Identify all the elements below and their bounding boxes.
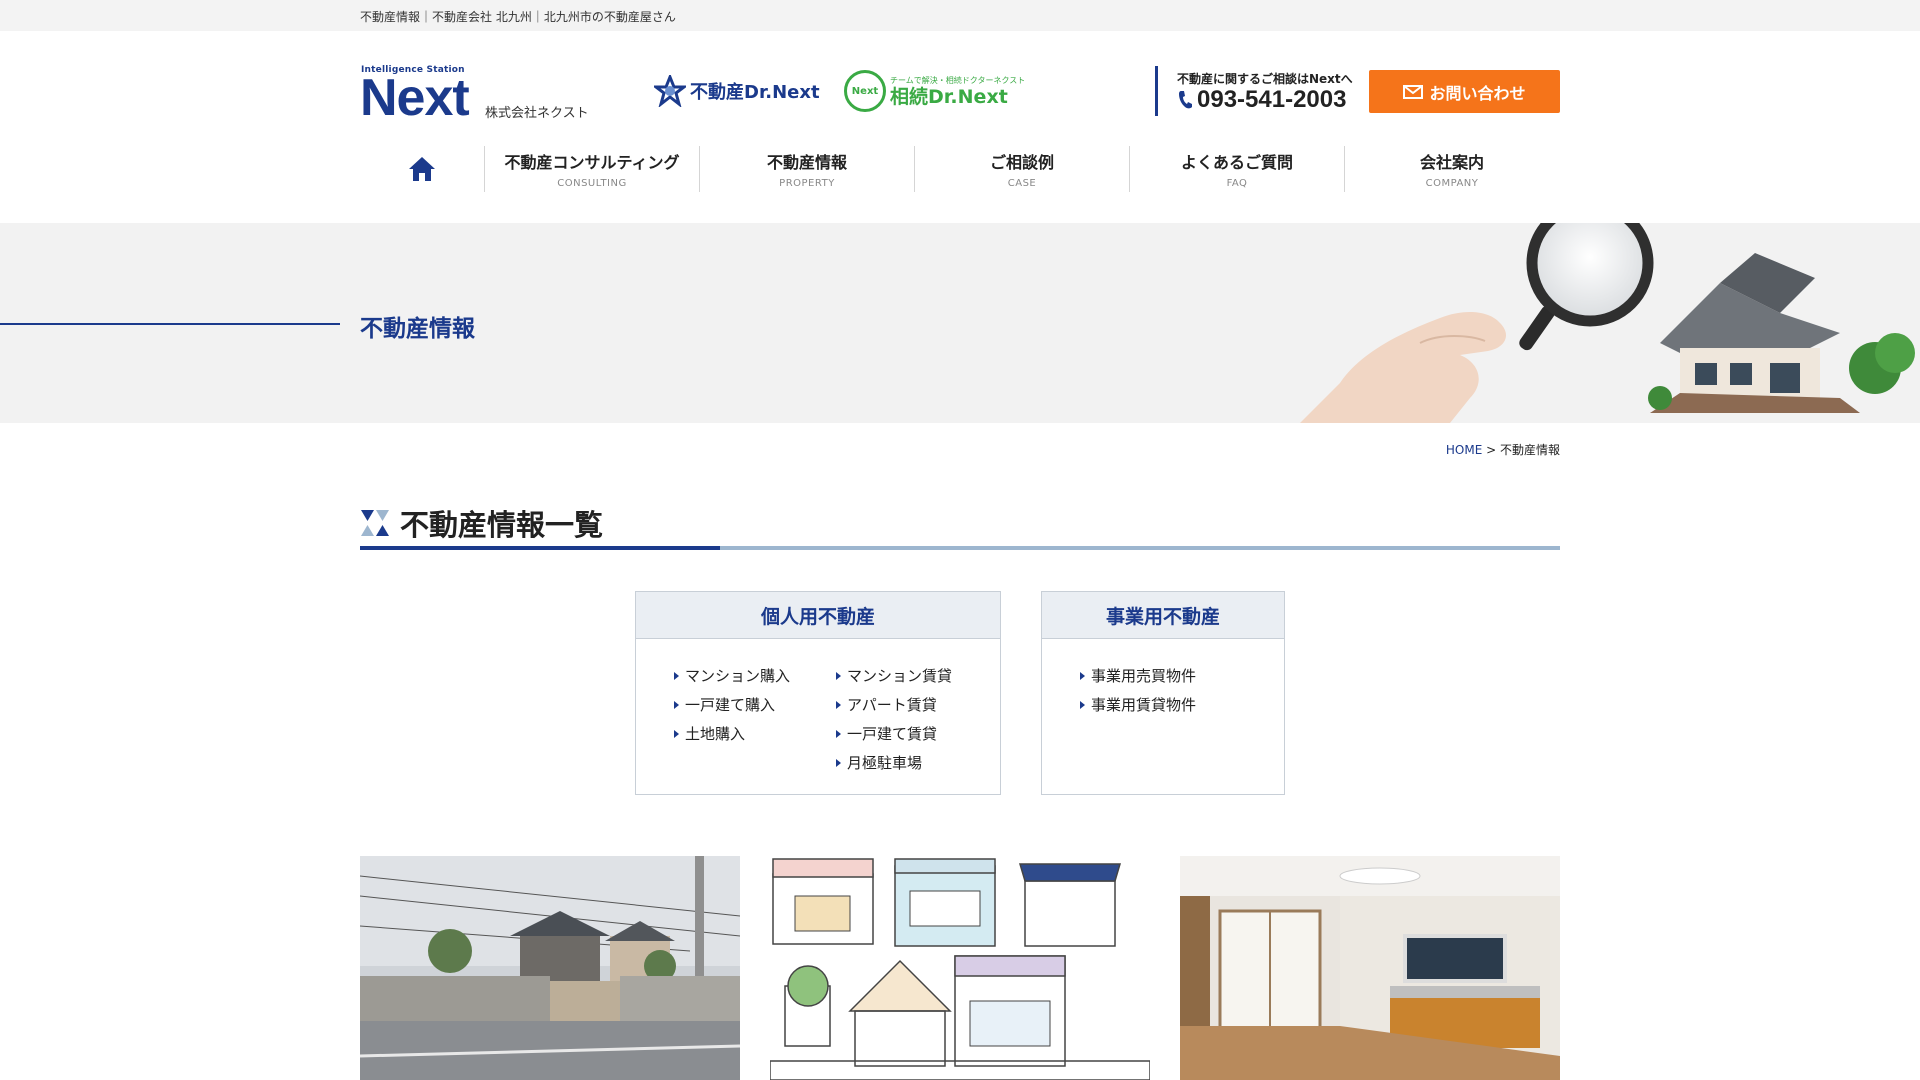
nav-property[interactable]: 不動産情報 PROPERTY — [699, 146, 914, 192]
business-property-box: 事業用不動産 事業用売買物件 事業用賃貸物件 — [1041, 591, 1285, 795]
link-mansion-purchase[interactable]: マンション購入 — [674, 661, 790, 690]
box-title: 個人用不動産 — [636, 592, 1000, 639]
arrow-right-icon — [1080, 671, 1085, 680]
arrow-right-icon — [674, 729, 679, 738]
nav-faq[interactable]: よくあるご質問 FAQ — [1129, 146, 1344, 192]
page-title: 不動産情報 — [360, 316, 475, 342]
shops-illustration-image — [770, 856, 1150, 1080]
global-nav: 不動産コンサルティング CONSULTING 不動産情報 PROPERTY ご相… — [360, 146, 1560, 192]
breadcrumb: HOME > 不動産情報 — [1446, 441, 1560, 458]
divider — [1155, 66, 1158, 116]
nav-sublabel: CONSULTING — [557, 178, 627, 189]
nav-label: 不動産コンサルティング — [504, 153, 680, 172]
arrow-right-icon — [1080, 700, 1085, 709]
personal-property-box: 個人用不動産 マンション購入 一戸建て購入 土地購入 マンション賃貸 アパート賃… — [635, 591, 1001, 795]
link-apartment-rent[interactable]: アパート賃貸 — [836, 690, 952, 719]
tel-number: 093-541-2003 — [1197, 86, 1347, 113]
arrow-right-icon — [836, 671, 841, 680]
thumbnail-shops-illustration[interactable] — [770, 856, 1150, 1080]
box-title: 事業用不動産 — [1042, 592, 1284, 639]
breadcrumb-home[interactable]: HOME — [1446, 443, 1482, 457]
page-hero: 不動産情報 — [0, 223, 1920, 423]
link-house-rent[interactable]: 一戸建て賃貸 — [836, 719, 952, 748]
link-mansion-rent[interactable]: マンション賃貸 — [836, 661, 952, 690]
breadcrumb-separator: > — [1482, 443, 1500, 457]
brand-name: 不動産Dr.Next — [690, 82, 820, 103]
thumbnail-interior-photo[interactable] — [1180, 856, 1560, 1080]
nav-home[interactable] — [360, 146, 484, 192]
home-icon — [409, 157, 435, 181]
triangles-icon — [361, 510, 389, 536]
section-title: 不動産情報一覧 — [400, 508, 604, 542]
tel-caption: 不動産に関するご相談はNextへ — [1177, 72, 1353, 86]
top-bar: 不動産情報｜不動産会社 北九州｜北九州市の不動産屋さん — [0, 0, 1920, 31]
logo-wordmark: Next — [360, 69, 470, 127]
nav-sublabel: COMPANY — [1425, 178, 1479, 189]
nav-case[interactable]: ご相談例 CASE — [914, 146, 1129, 192]
brand-souzoku-dr-next[interactable]: Next チームで解決・相続ドクターネクスト 相続Dr.Next — [844, 70, 1025, 112]
link-monthly-parking[interactable]: 月極駐車場 — [836, 748, 952, 777]
arrow-right-icon — [674, 700, 679, 709]
brand-fudosan-dr-next[interactable]: 不動産Dr.Next — [654, 74, 820, 108]
arrow-right-icon — [836, 700, 841, 709]
nav-sublabel: PROPERTY — [779, 178, 835, 189]
brand-badge: Next — [844, 70, 886, 112]
street-photo-image — [360, 856, 740, 1080]
arrow-right-icon — [674, 671, 679, 680]
brand-name: 相続Dr.Next — [890, 85, 1008, 108]
interior-photo-image — [1180, 856, 1560, 1080]
arrow-right-icon — [836, 758, 841, 767]
magnifier-house-illustration — [1300, 223, 1915, 423]
brand-tagline: チームで解決・相続ドクターネクスト — [890, 75, 1026, 85]
nav-sublabel: CASE — [1007, 178, 1037, 189]
company-name: 株式会社ネクスト — [485, 106, 589, 121]
nav-label: 会社案内 — [1419, 153, 1484, 172]
link-house-purchase[interactable]: 一戸建て購入 — [674, 690, 790, 719]
contact-button[interactable]: お問い合わせ — [1369, 70, 1560, 113]
nav-label: 不動産情報 — [766, 153, 847, 172]
nav-company[interactable]: 会社案内 COMPANY — [1344, 146, 1559, 192]
site-description: 不動産情報｜不動産会社 北九州｜北九州市の不動産屋さん — [360, 10, 676, 24]
link-land-purchase[interactable]: 土地購入 — [674, 719, 790, 748]
link-business-sale[interactable]: 事業用売買物件 — [1080, 661, 1196, 690]
nav-sublabel: FAQ — [1226, 178, 1248, 189]
brand-mark-icon — [654, 75, 686, 107]
thumbnail-street-photo[interactable] — [360, 856, 740, 1080]
breadcrumb-current: 不動産情報 — [1499, 443, 1560, 457]
site-logo[interactable]: Intelligence Station Next 株式会社ネクスト — [360, 64, 600, 127]
mail-icon — [1403, 84, 1424, 99]
phone-icon — [1179, 91, 1192, 109]
nav-consulting[interactable]: 不動産コンサルティング CONSULTING — [484, 146, 699, 192]
nav-label: よくあるご質問 — [1180, 153, 1293, 172]
section-rule-accent — [360, 546, 720, 550]
link-business-rent[interactable]: 事業用賃貸物件 — [1080, 690, 1196, 719]
arrow-right-icon — [836, 729, 841, 738]
nav-label: ご相談例 — [989, 153, 1054, 172]
section-heading: 不動産情報一覧 — [360, 502, 603, 544]
contact-button-label: お問い合わせ — [1429, 83, 1526, 103]
hero-rule — [0, 323, 340, 325]
tel-number-link[interactable]: 093-541-2003 — [1177, 86, 1346, 114]
